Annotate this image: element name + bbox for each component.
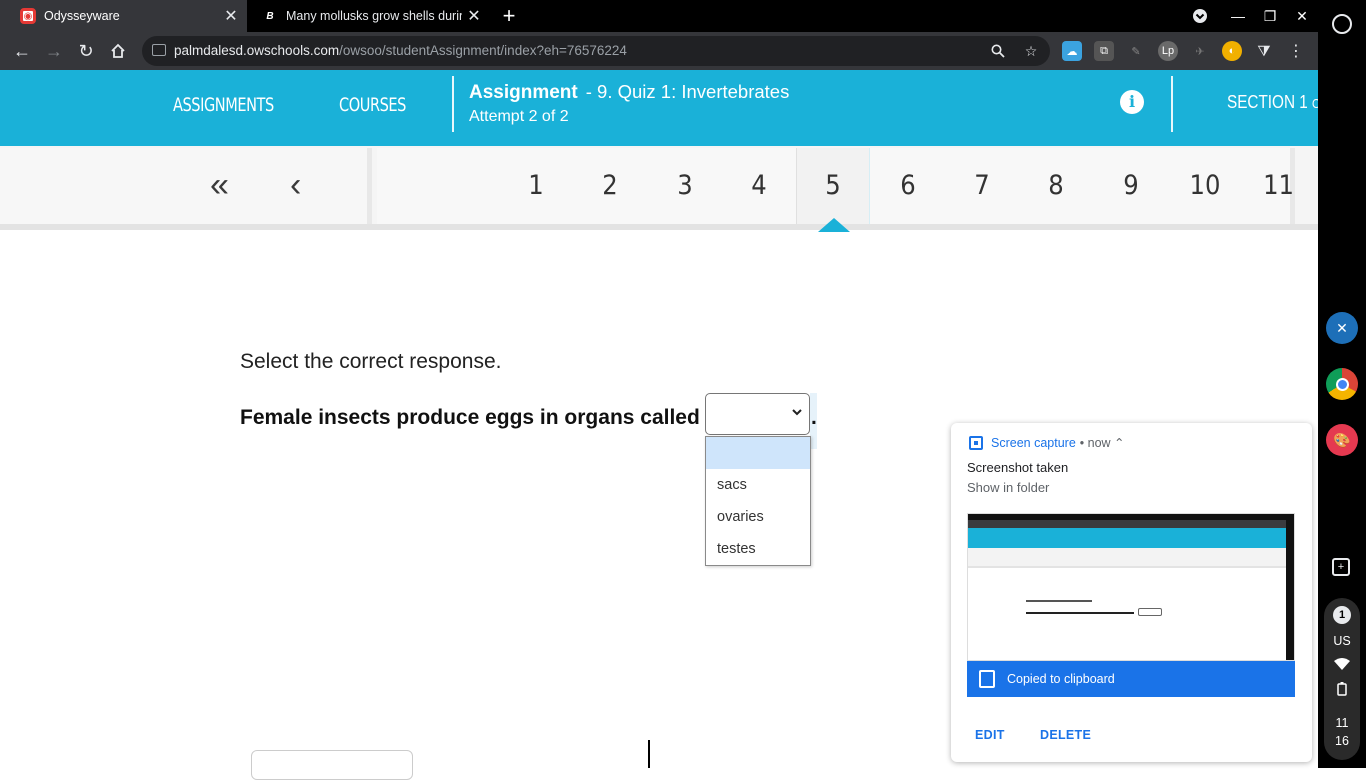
notification-count-badge: 1: [1324, 606, 1360, 624]
paint-app-icon[interactable]: 🎨: [1326, 424, 1358, 456]
bookmark-star-icon[interactable]: ☆: [1021, 41, 1041, 61]
extensions-puzzle-icon[interactable]: ⧩: [1254, 41, 1274, 61]
restore-icon[interactable]: ❐: [1254, 0, 1286, 32]
extension-bird-icon[interactable]: ✈: [1190, 41, 1210, 61]
wifi-icon: [1324, 658, 1360, 673]
edit-button[interactable]: EDIT: [975, 728, 1005, 742]
brainly-favicon-icon: B: [266, 10, 274, 22]
app-header: ASSIGNMENTS COURSES Assignment - 9. Quiz …: [0, 70, 1340, 146]
partial-button[interactable]: [251, 750, 413, 780]
question-number-10[interactable]: 10: [1168, 148, 1242, 224]
question-number-list: 1 2 3 4 5 6 7 8 9 10 11: [377, 148, 1295, 232]
extension-grey-icon[interactable]: ✎: [1126, 41, 1146, 61]
delete-button[interactable]: DELETE: [1040, 728, 1091, 742]
reload-icon[interactable]: ↻: [73, 38, 99, 64]
extension-puzzle-grid-icon[interactable]: ⧉: [1094, 41, 1114, 61]
site-info-icon[interactable]: [152, 44, 166, 56]
clipboard-icon: [979, 670, 995, 688]
question-number-8[interactable]: 8: [1019, 148, 1093, 224]
tote-icon[interactable]: +: [1332, 558, 1350, 576]
clock-minute: 16: [1335, 734, 1349, 748]
chrome-app-icon[interactable]: [1326, 368, 1358, 400]
zoom-icon[interactable]: [988, 41, 1008, 61]
forward-icon[interactable]: →: [41, 38, 67, 64]
question-nav-arrows: « ‹: [0, 148, 372, 224]
previous-question-icon[interactable]: ‹: [290, 166, 301, 205]
question-number-5-current[interactable]: 5: [796, 148, 870, 232]
notification-title: Screenshot taken: [967, 460, 1069, 475]
address-bar[interactable]: palmdalesd.owschools.com/owsoo/studentAs…: [142, 36, 1050, 66]
copied-to-clipboard-bar: Copied to clipboard: [967, 661, 1295, 697]
close-tab-icon[interactable]: ✕: [462, 6, 486, 26]
status-tray[interactable]: 1 US 11 16: [1324, 598, 1360, 760]
option-blank[interactable]: [706, 437, 810, 469]
chromeos-shelf: ✕ 🎨 + 1 US 11 16: [1318, 0, 1366, 768]
mouse-text-cursor: [648, 740, 650, 768]
chevron-down-icon: [791, 406, 803, 421]
question-trailing-period: .: [811, 406, 817, 429]
url-text: palmdalesd.owschools.com/owsoo/studentAs…: [174, 43, 627, 58]
notification-header[interactable]: Screen capture • now ⌃: [969, 435, 1125, 450]
header-divider: [1171, 76, 1173, 132]
locale-indicator: US: [1333, 634, 1351, 648]
chrome-menu-icon[interactable]: ⋮: [1286, 41, 1306, 61]
answer-dropdown-list: sacs ovaries testes: [705, 436, 811, 566]
option-testes[interactable]: testes: [706, 533, 810, 565]
battery-icon: [1324, 682, 1360, 699]
tab-odysseyware[interactable]: ◉ Odysseyware ✕: [0, 0, 247, 32]
attempt-counter: Attempt 2 of 2: [469, 108, 569, 125]
option-sacs[interactable]: sacs: [706, 469, 810, 501]
tab-search-icon[interactable]: [1184, 0, 1216, 32]
question-navigation: « ‹ 1 2 3 4 5 6 7 8 9 10 11: [0, 146, 1318, 232]
minimize-icon[interactable]: —: [1222, 0, 1254, 32]
clock-hour: 11: [1335, 716, 1349, 730]
nav-courses[interactable]: COURSES: [339, 94, 406, 116]
screenshot-thumbnail[interactable]: [967, 513, 1295, 661]
close-window-icon[interactable]: ✕: [1286, 0, 1318, 32]
option-ovaries[interactable]: ovaries: [706, 501, 810, 533]
tab-title: Odysseyware: [44, 9, 120, 23]
question-number-3[interactable]: 3: [648, 148, 722, 224]
tab-title: Many mollusks grow shells durin: [286, 9, 462, 23]
screenshot-notification: Screen capture • now ⌃ Screenshot taken …: [951, 423, 1312, 762]
question-number-4[interactable]: 4: [722, 148, 796, 224]
question-number-6[interactable]: 6: [871, 148, 945, 224]
tab-strip: ◉ Odysseyware ✕ B Many mollusks grow she…: [0, 0, 1318, 32]
info-icon[interactable]: i: [1120, 90, 1144, 114]
extension-lp-icon[interactable]: Lp: [1158, 41, 1178, 61]
odysseyware-favicon-icon: ◉: [20, 8, 36, 24]
new-tab-icon[interactable]: +: [498, 5, 520, 27]
question-text: Female insects produce eggs in organs ca…: [240, 406, 700, 429]
answer-select[interactable]: [705, 393, 810, 435]
launcher-icon[interactable]: [1332, 14, 1352, 34]
app-x-icon[interactable]: ✕: [1326, 312, 1358, 344]
nav-assignments[interactable]: ASSIGNMENTS: [173, 94, 274, 116]
extension-yellow-icon[interactable]: ◐: [1222, 41, 1242, 61]
close-tab-icon[interactable]: ✕: [219, 6, 243, 26]
browser-toolbar: ← → ↻ palmdalesd.owschools.com/owsoo/stu…: [0, 32, 1318, 70]
first-question-icon[interactable]: «: [210, 166, 229, 205]
header-divider: [452, 76, 454, 132]
browser-window: ◉ Odysseyware ✕ B Many mollusks grow she…: [0, 0, 1340, 780]
screen-capture-icon: [969, 435, 983, 450]
question-number-1[interactable]: 1: [499, 148, 573, 224]
tab-mollusks[interactable]: B Many mollusks grow shells durin ✕: [250, 0, 490, 32]
question-number-2[interactable]: 2: [573, 148, 647, 224]
extension-cloud-icon[interactable]: ☁: [1062, 41, 1082, 61]
question-number-11[interactable]: 11: [1242, 148, 1294, 224]
back-icon[interactable]: ←: [9, 38, 35, 64]
assignment-title: Assignment - 9. Quiz 1: Invertebrates: [469, 81, 790, 103]
question-number-7[interactable]: 7: [945, 148, 1019, 224]
question-number-9[interactable]: 9: [1094, 148, 1168, 224]
show-in-folder-link[interactable]: Show in folder: [967, 480, 1049, 495]
question-prompt: Select the correct response.: [240, 350, 502, 373]
home-icon[interactable]: [105, 38, 131, 64]
